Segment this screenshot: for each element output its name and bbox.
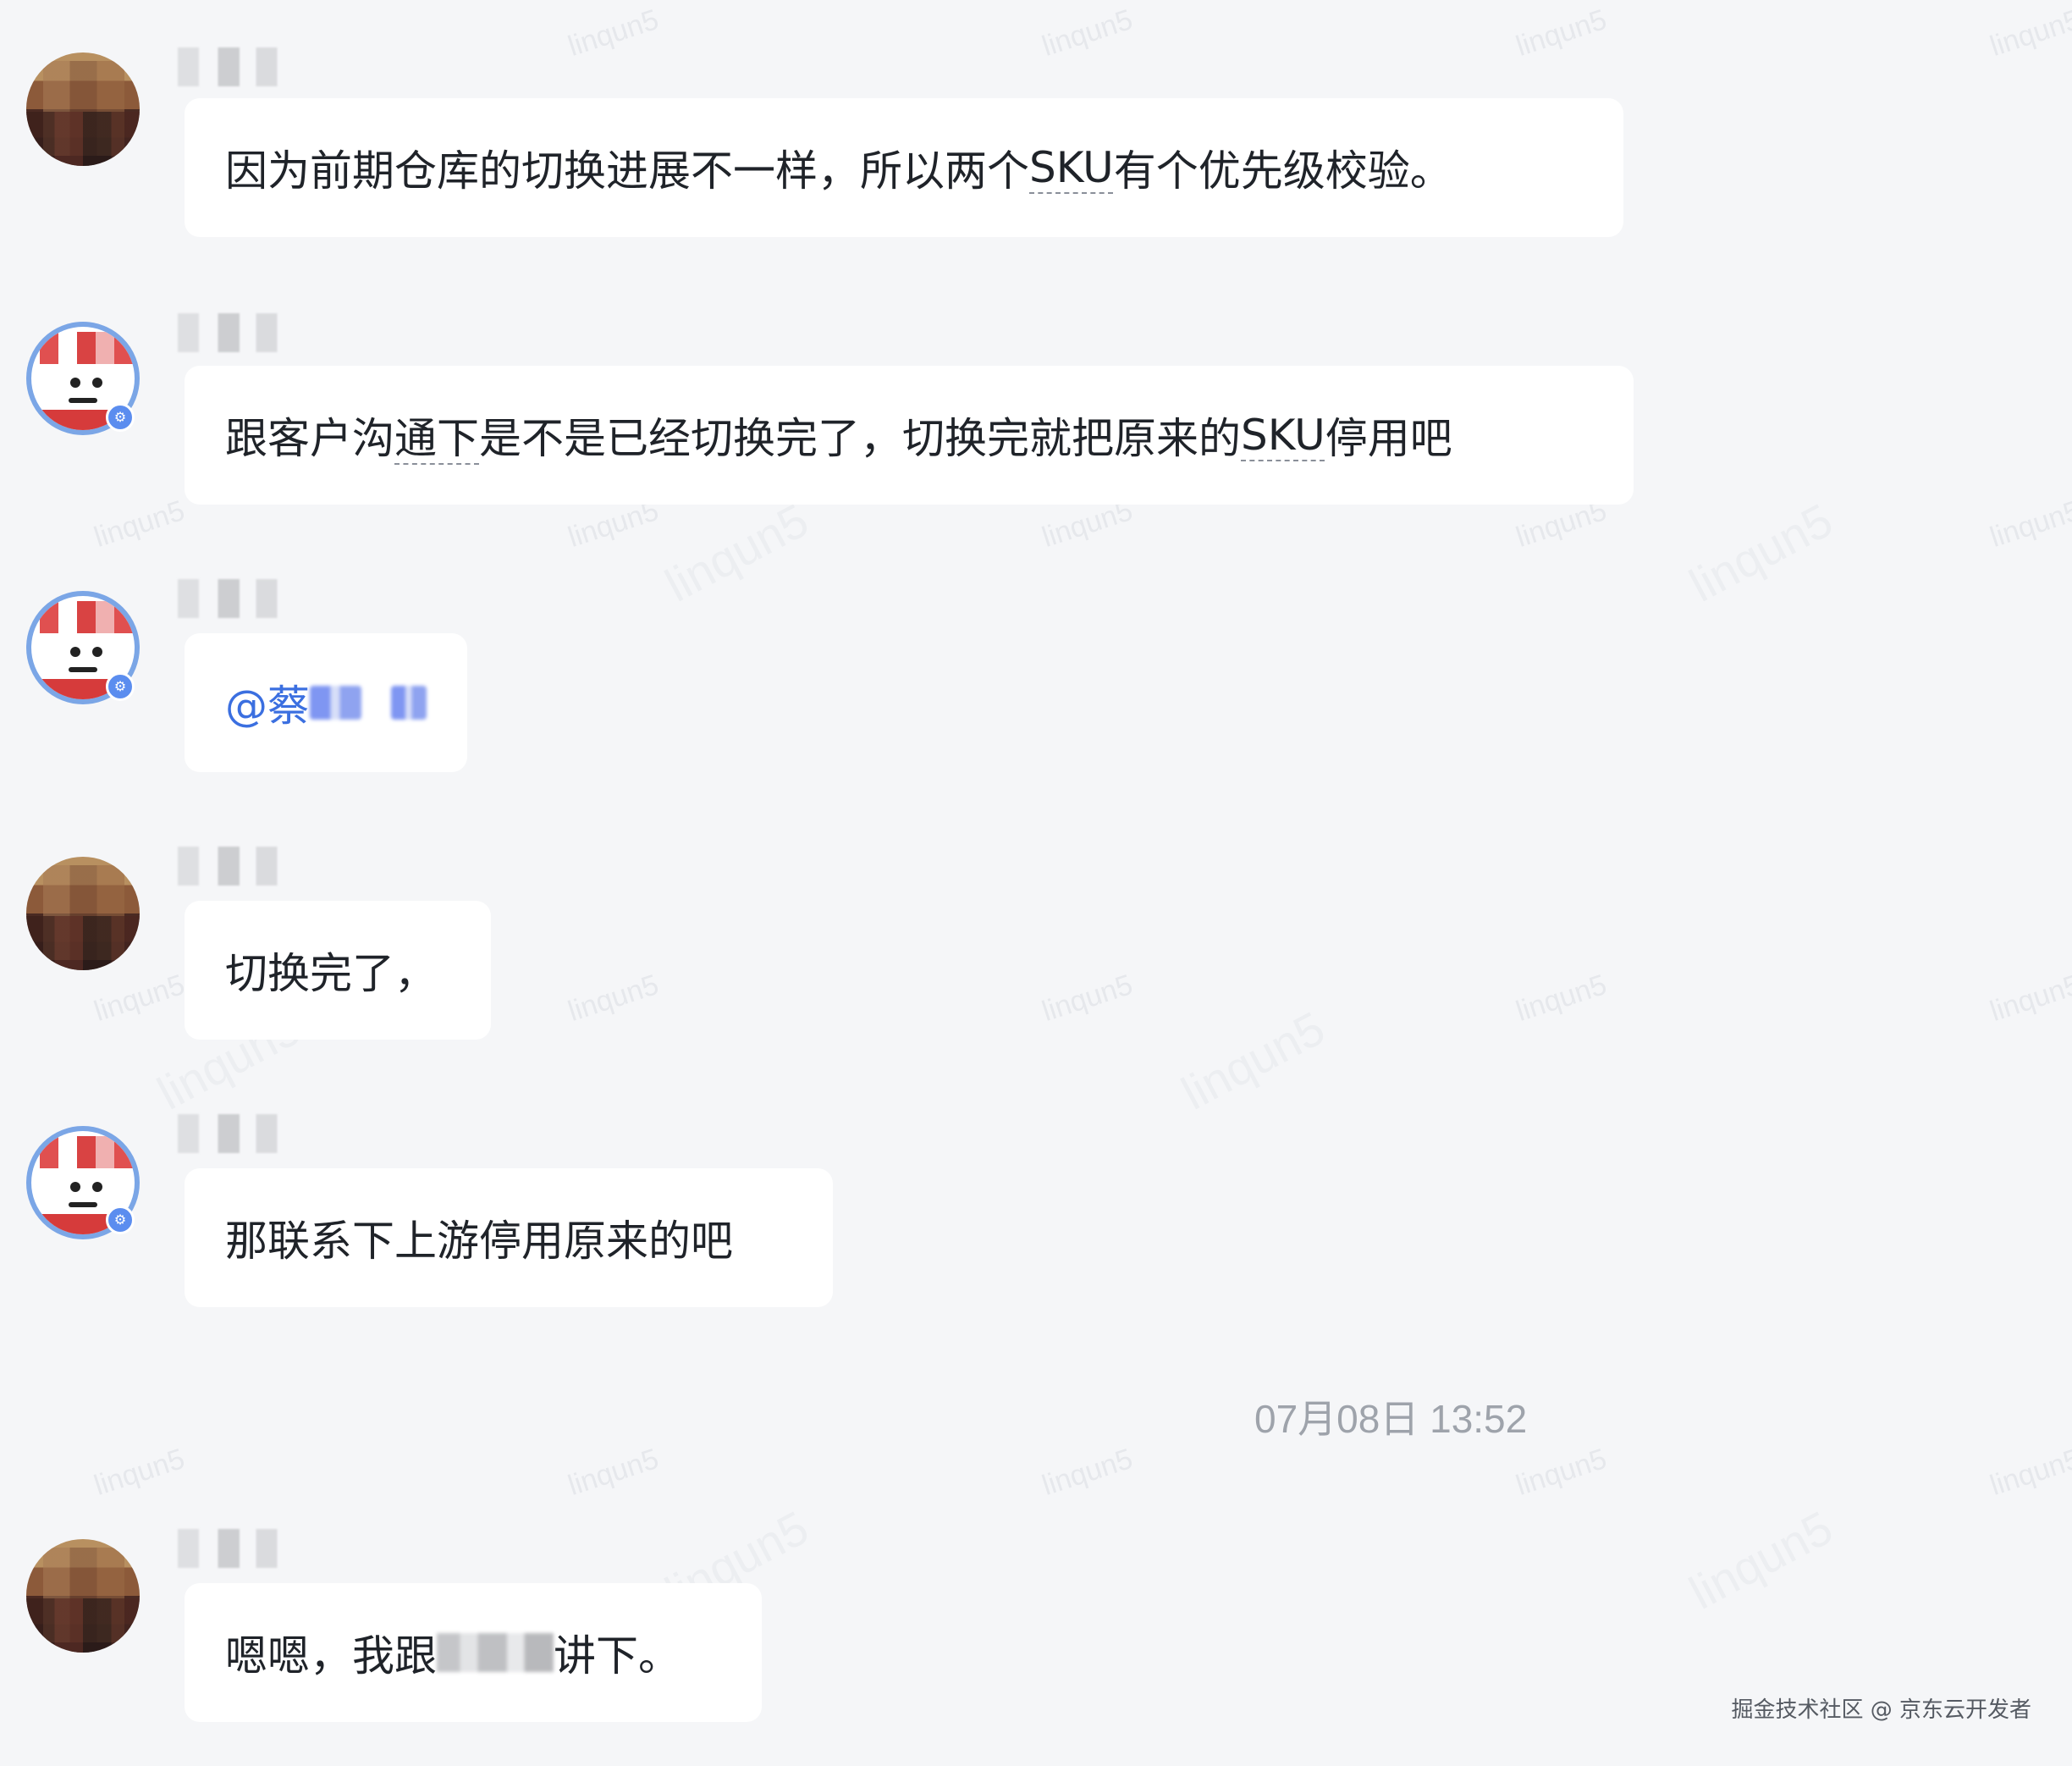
mention-link[interactable]: @蔡 [225, 672, 310, 733]
watermark-text: linqun5 [1038, 969, 1137, 1029]
blurred-mention-name [310, 686, 362, 720]
message-timestamp: 07月08日 13:52 [1254, 1397, 1528, 1441]
avatar-mouth [69, 667, 97, 672]
avatar-mouth [69, 398, 97, 403]
blurred-mention-name [391, 686, 427, 720]
watermark-text: linqun5 [90, 1443, 189, 1503]
sender-name-blurred [178, 47, 296, 86]
avatar-hat [40, 601, 133, 633]
message-text: 嗯嗯，我跟 [225, 1631, 437, 1680]
avatar-eye [70, 647, 80, 657]
message-text: 跟客户沟 [225, 414, 394, 463]
watermark-text: linqun5 [1512, 969, 1611, 1029]
watermark-text: linqun5 [1680, 493, 1841, 612]
message-bubble[interactable]: 跟客户沟 通下 是不是已经切换完了，切换完就把原来的 SKU 停用吧 [185, 366, 1634, 505]
avatar-hat [40, 332, 133, 364]
message-bubble[interactable]: 切换完了， [185, 901, 491, 1040]
message-text: 那联系下上游停用原来的吧 [225, 1217, 733, 1266]
watermark-text: linqun5 [90, 494, 189, 555]
watermark-text: linqun5 [564, 1443, 663, 1503]
message-text-link[interactable]: SKU [1241, 411, 1325, 460]
settings-badge-icon: ⚙ [106, 1206, 135, 1234]
watermark-text: linqun5 [1038, 3, 1137, 63]
message-bubble[interactable]: @蔡 [185, 633, 467, 772]
avatar-eye [92, 647, 102, 657]
sender-name-blurred [178, 313, 296, 352]
avatar-hat [40, 1136, 133, 1168]
avatar-eye [70, 1182, 80, 1192]
avatar[interactable] [26, 857, 140, 970]
watermark-text: linqun5 [564, 3, 663, 63]
watermark-text: linqun5 [1986, 1443, 2072, 1503]
watermark-text: linqun5 [656, 493, 817, 612]
message-text: 有个优先级校验。 [1113, 146, 1452, 196]
sender-name-blurred [178, 1114, 296, 1153]
sender-name-blurred [178, 1529, 296, 1568]
source-watermark: 掘金技术社区 @ 京东云开发者 [1731, 1697, 2031, 1723]
avatar-eye [70, 378, 80, 388]
blurred-name [437, 1633, 554, 1672]
watermark-text: linqun5 [1680, 1500, 1841, 1620]
message-text: 切换完了， [225, 949, 437, 998]
avatar-eye [92, 1182, 102, 1192]
message-text-link[interactable]: 通下 [394, 405, 479, 466]
message-bubble[interactable]: 那联系下上游停用原来的吧 [185, 1168, 833, 1307]
watermark-text: linqun5 [1038, 1443, 1137, 1503]
avatar[interactable] [26, 1539, 140, 1653]
avatar-mouth [69, 1202, 97, 1207]
sender-name-blurred [178, 579, 296, 618]
settings-badge-icon: ⚙ [106, 403, 135, 432]
message-bubble[interactable]: 嗯嗯，我跟 讲下。 [185, 1583, 762, 1722]
watermark-text: linqun5 [1986, 969, 2072, 1029]
message-text: 因为前期仓库的切换进展不一样，所以两个 [225, 146, 1029, 196]
settings-badge-icon: ⚙ [106, 672, 135, 701]
message-bubble[interactable]: 因为前期仓库的切换进展不一样，所以两个 SKU 有个优先级校验。 [185, 98, 1623, 237]
message-text: 停用吧 [1325, 414, 1452, 463]
watermark-text: linqun5 [1986, 494, 2072, 555]
watermark-text: linqun5 [1512, 1443, 1611, 1503]
watermark-text: linqun5 [1986, 3, 2072, 63]
message-text: 是不是已经切换完了，切换完就把原来的 [479, 414, 1241, 463]
watermark-text: linqun5 [90, 969, 189, 1029]
sender-name-blurred [178, 847, 296, 886]
message-text: 讲下。 [554, 1631, 681, 1680]
message-text-link[interactable]: SKU [1029, 143, 1114, 192]
avatar[interactable] [26, 52, 140, 166]
avatar-eye [92, 378, 102, 388]
watermark-text: linqun5 [564, 969, 663, 1029]
watermark-text: linqun5 [1172, 1001, 1333, 1120]
watermark-text: linqun5 [1512, 3, 1611, 63]
